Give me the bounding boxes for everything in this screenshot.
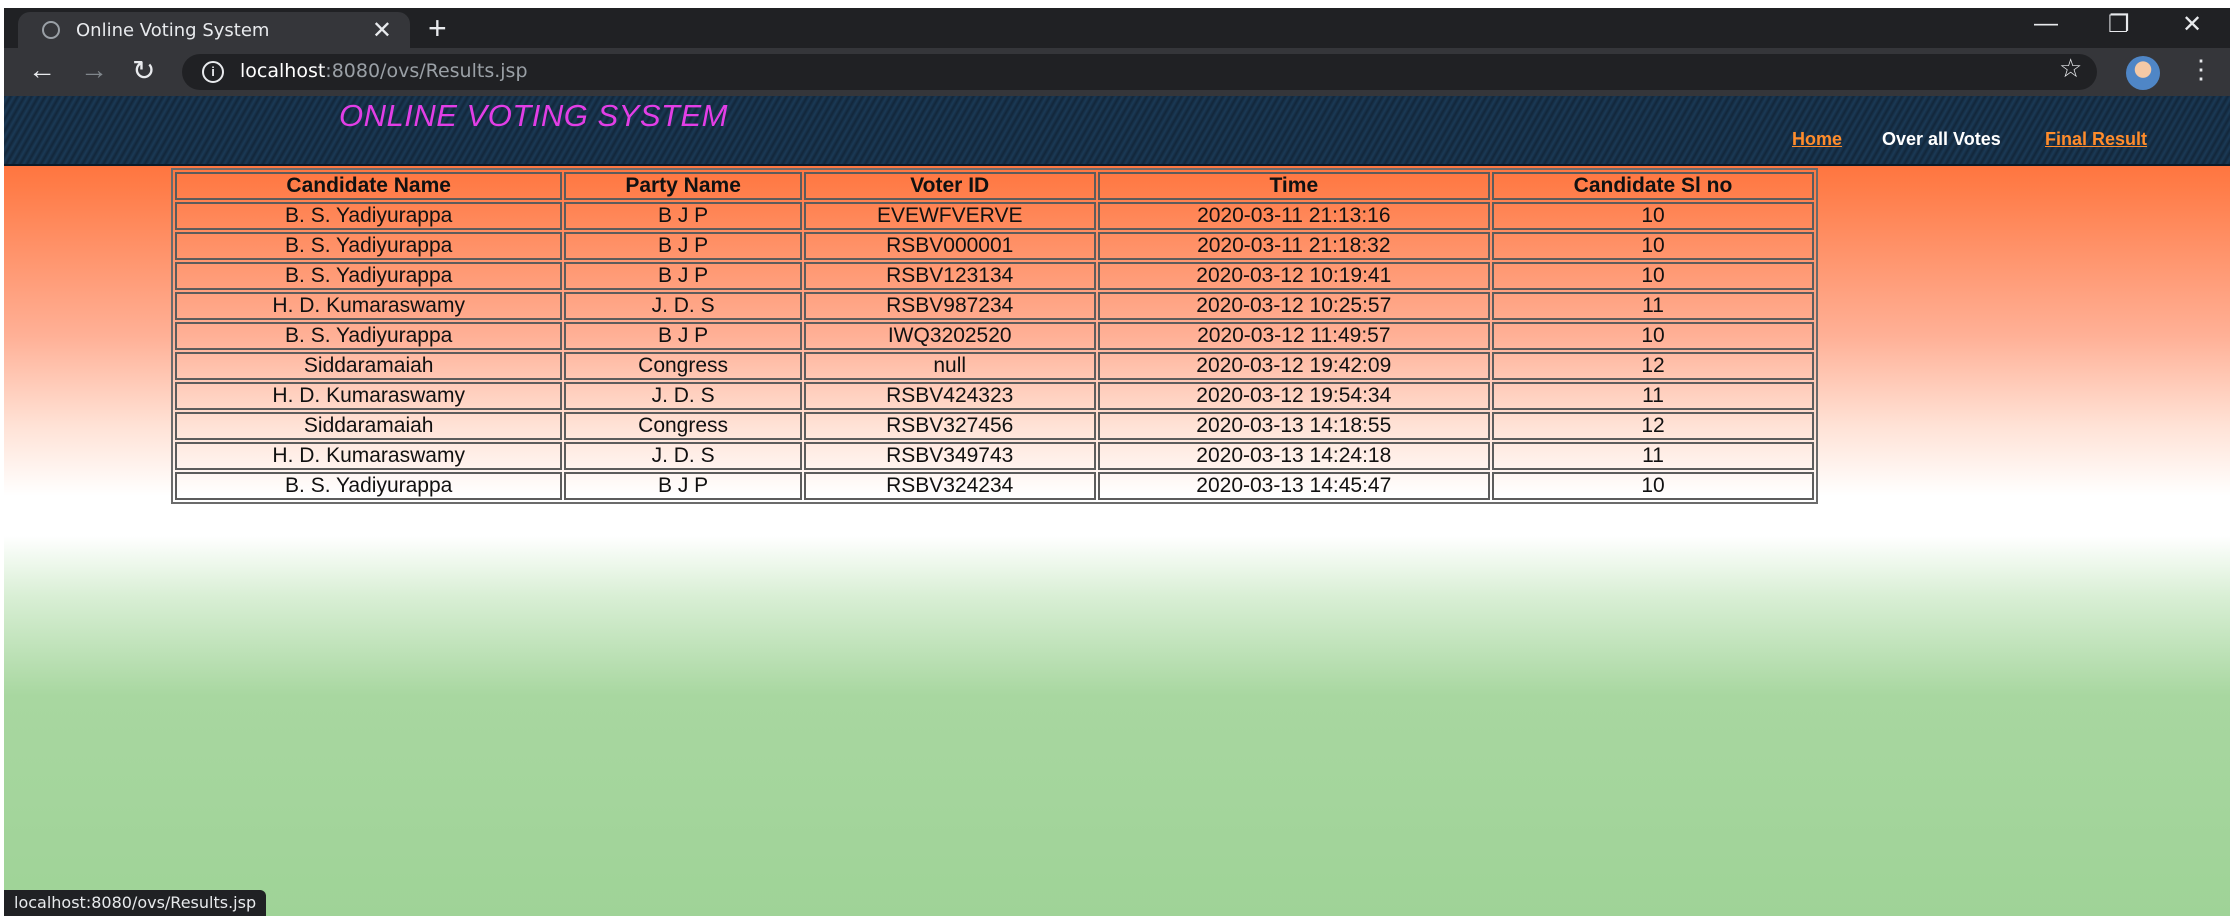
- minimize-icon[interactable]: —: [2034, 10, 2058, 38]
- browser-menu-icon[interactable]: ⋮: [2188, 54, 2214, 85]
- url-text[interactable]: localhost:8080/ovs/Results.jsp: [240, 60, 528, 82]
- url-host: localhost: [240, 60, 326, 82]
- tab-strip: Online Voting System ✕ + — ❐ ✕: [4, 8, 2230, 48]
- candidate-sl-no-cell: 10: [1492, 472, 1814, 500]
- voter-id-cell: null: [803, 352, 1096, 380]
- candidate-name-cell: B. S. Yadiyurappa: [175, 322, 563, 350]
- candidate-sl-no-cell: 11: [1492, 442, 1814, 470]
- party-name-cell: B J P: [564, 262, 802, 290]
- page-content: ONLINE VOTING SYSTEM Home Over all Votes…: [4, 96, 2230, 916]
- new-tab-button[interactable]: +: [428, 10, 447, 47]
- column-header: Candidate Sl no: [1492, 172, 1814, 200]
- time-cell: 2020-03-13 14:45:47: [1097, 472, 1490, 500]
- globe-icon: [42, 21, 60, 39]
- party-name-cell: B J P: [564, 322, 802, 350]
- candidate-name-cell: Siddaramaiah: [175, 412, 563, 440]
- voter-id-cell: RSBV424323: [803, 382, 1096, 410]
- browser-tab[interactable]: Online Voting System ✕: [18, 12, 410, 48]
- time-cell: 2020-03-12 19:42:09: [1097, 352, 1490, 380]
- party-name-cell: Congress: [564, 352, 802, 380]
- voter-id-cell: RSBV327456: [803, 412, 1096, 440]
- time-cell: 2020-03-12 19:54:34: [1097, 382, 1490, 410]
- party-name-cell: B J P: [564, 202, 802, 230]
- candidate-name-cell: B. S. Yadiyurappa: [175, 202, 563, 230]
- candidate-name-cell: H. D. Kumaraswamy: [175, 382, 563, 410]
- profile-avatar[interactable]: [2126, 56, 2160, 90]
- party-name-cell: J. D. S: [564, 442, 802, 470]
- browser-window: Online Voting System ✕ + — ❐ ✕ ← → ↻ i l…: [4, 8, 2230, 916]
- tab-title: Online Voting System: [76, 20, 270, 41]
- votes-table: Candidate Name Party Name Voter ID Time …: [171, 168, 1818, 504]
- party-name-cell: J. D. S: [564, 382, 802, 410]
- candidate-name-cell: B. S. Yadiyurappa: [175, 262, 563, 290]
- site-info-icon[interactable]: i: [202, 61, 224, 83]
- table-row: B. S. Yadiyurappa B J P EVEWFVERVE 2020-…: [175, 202, 1814, 230]
- time-cell: 2020-03-12 10:25:57: [1097, 292, 1490, 320]
- candidate-name-cell: B. S. Yadiyurappa: [175, 232, 563, 260]
- table-row: B. S. Yadiyurappa B J P RSBV123134 2020-…: [175, 262, 1814, 290]
- address-bar[interactable]: i localhost:8080/ovs/Results.jsp: [182, 54, 2097, 90]
- back-icon[interactable]: ←: [28, 54, 56, 86]
- column-header: Time: [1097, 172, 1490, 200]
- voter-id-cell: IWQ3202520: [803, 322, 1096, 350]
- table-row: H. D. Kumaraswamy J. D. S RSBV987234 202…: [175, 292, 1814, 320]
- nav-final-result-link[interactable]: Final Result: [2045, 129, 2147, 150]
- candidate-sl-no-cell: 10: [1492, 232, 1814, 260]
- candidate-sl-no-cell: 11: [1492, 292, 1814, 320]
- table-row: H. D. Kumaraswamy J. D. S RSBV349743 202…: [175, 442, 1814, 470]
- site-title: ONLINE VOTING SYSTEM: [339, 98, 728, 133]
- table-row: H. D. Kumaraswamy J. D. S RSBV424323 202…: [175, 382, 1814, 410]
- party-name-cell: Congress: [564, 412, 802, 440]
- candidate-name-cell: H. D. Kumaraswamy: [175, 442, 563, 470]
- table-row: Siddaramaiah Congress null 2020-03-12 19…: [175, 352, 1814, 380]
- table-body: B. S. Yadiyurappa B J P EVEWFVERVE 2020-…: [175, 202, 1814, 500]
- site-header: ONLINE VOTING SYSTEM Home Over all Votes…: [4, 96, 2230, 166]
- candidate-sl-no-cell: 12: [1492, 412, 1814, 440]
- table-row: Siddaramaiah Congress RSBV327456 2020-03…: [175, 412, 1814, 440]
- candidate-name-cell: Siddaramaiah: [175, 352, 563, 380]
- party-name-cell: J. D. S: [564, 292, 802, 320]
- maximize-icon[interactable]: ❐: [2108, 10, 2130, 39]
- time-cell: 2020-03-11 21:13:16: [1097, 202, 1490, 230]
- candidate-sl-no-cell: 11: [1492, 382, 1814, 410]
- time-cell: 2020-03-13 14:18:55: [1097, 412, 1490, 440]
- nav-overall-votes[interactable]: Over all Votes: [1882, 129, 2001, 150]
- candidate-sl-no-cell: 10: [1492, 322, 1814, 350]
- candidate-sl-no-cell: 10: [1492, 202, 1814, 230]
- time-cell: 2020-03-12 11:49:57: [1097, 322, 1490, 350]
- browser-toolbar: ← → ↻ i localhost:8080/ovs/Results.jsp ☆…: [4, 48, 2230, 96]
- reload-icon[interactable]: ↻: [132, 54, 155, 87]
- nav-home-link[interactable]: Home: [1792, 129, 1842, 150]
- status-bar-url: localhost:8080/ovs/Results.jsp: [4, 890, 267, 916]
- voter-id-cell: RSBV123134: [803, 262, 1096, 290]
- time-cell: 2020-03-12 10:19:41: [1097, 262, 1490, 290]
- column-header: Party Name: [564, 172, 802, 200]
- time-cell: 2020-03-11 21:18:32: [1097, 232, 1490, 260]
- candidate-sl-no-cell: 10: [1492, 262, 1814, 290]
- party-name-cell: B J P: [564, 232, 802, 260]
- party-name-cell: B J P: [564, 472, 802, 500]
- table-header-row: Candidate Name Party Name Voter ID Time …: [175, 172, 1814, 200]
- bookmark-star-icon[interactable]: ☆: [2059, 53, 2082, 84]
- candidate-sl-no-cell: 12: [1492, 352, 1814, 380]
- voter-id-cell: RSBV987234: [803, 292, 1096, 320]
- column-header: Candidate Name: [175, 172, 563, 200]
- voter-id-cell: EVEWFVERVE: [803, 202, 1096, 230]
- window-close-icon[interactable]: ✕: [2182, 10, 2202, 39]
- column-header: Voter ID: [803, 172, 1096, 200]
- forward-icon[interactable]: →: [80, 54, 108, 86]
- tab-close-icon[interactable]: ✕: [372, 16, 392, 45]
- url-path: :8080/ovs/Results.jsp: [325, 60, 528, 82]
- voter-id-cell: RSBV324234: [803, 472, 1096, 500]
- candidate-name-cell: B. S. Yadiyurappa: [175, 472, 563, 500]
- voter-id-cell: RSBV000001: [803, 232, 1096, 260]
- table-row: B. S. Yadiyurappa B J P RSBV000001 2020-…: [175, 232, 1814, 260]
- candidate-name-cell: H. D. Kumaraswamy: [175, 292, 563, 320]
- time-cell: 2020-03-13 14:24:18: [1097, 442, 1490, 470]
- table-row: B. S. Yadiyurappa B J P RSBV324234 2020-…: [175, 472, 1814, 500]
- voter-id-cell: RSBV349743: [803, 442, 1096, 470]
- table-row: B. S. Yadiyurappa B J P IWQ3202520 2020-…: [175, 322, 1814, 350]
